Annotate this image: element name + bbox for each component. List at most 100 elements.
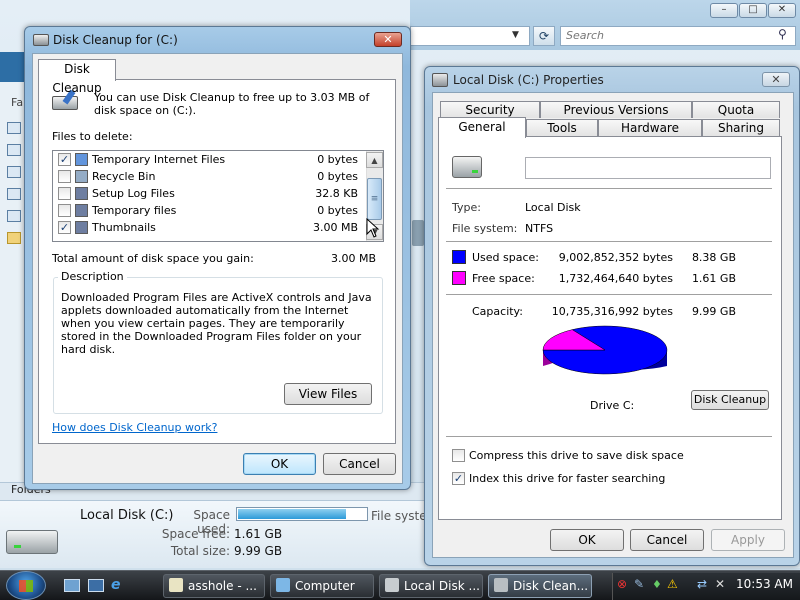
file-system-label: File system: [452, 222, 518, 235]
total-size-value: 9.99 GB [234, 544, 283, 558]
file-checkbox[interactable] [58, 187, 71, 200]
close-explorer-button[interactable]: ✕ [768, 3, 796, 18]
index-label[interactable]: Index this drive for faster searching [469, 472, 665, 485]
internet-explorer-icon[interactable]: e [111, 577, 121, 593]
background-item-icon [412, 220, 424, 246]
file-type-icon [75, 204, 88, 217]
file-size: 0 bytes [317, 204, 358, 217]
capacity-bytes: 10,735,316,992 bytes [551, 305, 673, 318]
address-dropdown-icon[interactable]: ▼ [512, 30, 519, 40]
file-checkbox[interactable]: ✓ [58, 221, 71, 234]
favorites-label: Fa [11, 96, 24, 109]
file-checkbox[interactable]: ✓ [58, 153, 71, 166]
drive-small-icon [432, 73, 448, 87]
file-type-icon [75, 153, 88, 166]
searches-icon[interactable] [7, 210, 21, 222]
file-checkbox[interactable] [58, 170, 71, 183]
tab-tools[interactable]: Tools [526, 119, 598, 136]
search-icon[interactable]: ⚲ [778, 27, 787, 41]
compress-label[interactable]: Compress this drive to save disk space [469, 449, 684, 462]
favorites-header [0, 52, 26, 82]
drive-taskbar-icon [385, 578, 399, 592]
used-space-gb: 8.38 GB [691, 251, 736, 264]
files-to-delete-label: Files to delete: [52, 130, 133, 143]
disk-cleanup-title-icon [33, 34, 49, 46]
network-icon[interactable]: ⇄ [697, 577, 707, 591]
security-alert-icon[interactable]: ⊗ [617, 577, 627, 591]
used-space-swatch [452, 250, 466, 264]
update-icon[interactable]: ⚠ [667, 577, 678, 591]
file-size: 32.8 KB [315, 187, 358, 200]
disk-cleanup-taskbar-icon [494, 578, 508, 592]
scroll-thumb[interactable]: ≡ [367, 178, 382, 220]
compress-checkbox[interactable] [452, 449, 465, 462]
file-name[interactable]: Thumbnails [92, 221, 156, 234]
divider [446, 188, 772, 189]
disk-usage-pie-chart [542, 325, 668, 375]
view-files-button[interactable]: View Files [284, 383, 372, 405]
file-size: 0 bytes [317, 170, 358, 183]
tab-general[interactable]: General [438, 117, 526, 138]
tab-sharing[interactable]: Sharing [702, 119, 780, 136]
file-name[interactable]: Temporary Internet Files [92, 153, 225, 166]
recently-changed-icon[interactable] [7, 188, 21, 200]
switch-windows-icon[interactable] [88, 579, 104, 592]
drive-label-input[interactable] [525, 157, 771, 179]
tab-disk-cleanup[interactable]: Disk Cleanup [38, 59, 116, 95]
file-name[interactable]: Temporary files [92, 204, 176, 217]
properties-close-button[interactable]: ✕ [762, 72, 790, 87]
tray-app-icon[interactable]: ✎ [634, 577, 644, 591]
music-icon[interactable] [7, 166, 21, 178]
index-checkbox[interactable]: ✓ [452, 472, 465, 485]
scroll-up-icon[interactable]: ▲ [366, 152, 383, 168]
disk-cleanup-ok-button[interactable]: OK [243, 453, 316, 475]
drive-large-icon [452, 156, 482, 178]
total-gain-value: 3.00 MB [330, 252, 376, 265]
free-space-bytes: 1,732,464,640 bytes [558, 272, 673, 285]
properties-apply-button[interactable]: Apply [711, 529, 785, 551]
intro-text: You can use Disk Cleanup to free up to 3… [94, 91, 370, 117]
type-value: Local Disk [525, 201, 581, 214]
windows-defender-icon[interactable]: ♦ [652, 578, 662, 591]
mouse-cursor-icon [366, 218, 380, 238]
public-folder-icon[interactable] [7, 232, 21, 244]
clock[interactable]: 10:53 AM [736, 577, 793, 591]
computer-icon [276, 578, 290, 592]
minimize-button[interactable]: – [710, 3, 738, 18]
type-label: Type: [452, 201, 481, 214]
documents-icon[interactable] [7, 122, 21, 134]
file-type-icon [75, 221, 88, 234]
total-gain-label: Total amount of disk space you gain: [52, 252, 254, 265]
pictures-icon[interactable] [7, 144, 21, 156]
file-name[interactable]: Setup Log Files [92, 187, 175, 200]
tab-previous-versions[interactable]: Previous Versions [540, 101, 692, 118]
space-used-fill [238, 509, 346, 519]
disk-cleanup-close-button[interactable]: ✕ [374, 32, 402, 47]
free-space-gb: 1.61 GB [691, 272, 736, 285]
tab-security[interactable]: Security [440, 101, 540, 118]
properties-cancel-button[interactable]: Cancel [630, 529, 704, 551]
file-size: 0 bytes [317, 153, 358, 166]
disk-cleanup-title: Disk Cleanup for (C:) [53, 33, 178, 47]
windows-logo-icon [19, 580, 33, 592]
help-link[interactable]: How does Disk Cleanup work? [52, 421, 217, 434]
tab-hardware[interactable]: Hardware [598, 119, 702, 136]
tab-quota[interactable]: Quota [692, 101, 780, 118]
divider [446, 294, 772, 295]
drive-large-led [472, 170, 478, 173]
refresh-icon[interactable]: ⟳ [533, 26, 555, 46]
hard-drive-icon [6, 530, 58, 554]
description-text: Downloaded Program Files are ActiveX con… [61, 291, 372, 356]
show-desktop-icon[interactable] [64, 579, 80, 592]
maximize-button[interactable]: □ [739, 3, 767, 18]
divider [446, 436, 772, 437]
disk-cleanup-cancel-button[interactable]: Cancel [323, 453, 396, 475]
volume-muted-icon[interactable]: ✕ [715, 577, 725, 591]
disk-cleanup-button[interactable]: Disk Cleanup [691, 390, 769, 410]
properties-ok-button[interactable]: OK [550, 529, 624, 551]
file-type-icon [75, 170, 88, 183]
capacity-gb: 9.99 GB [691, 305, 736, 318]
file-name[interactable]: Recycle Bin [92, 170, 155, 183]
file-checkbox[interactable] [58, 204, 71, 217]
notepad-icon [169, 578, 183, 592]
